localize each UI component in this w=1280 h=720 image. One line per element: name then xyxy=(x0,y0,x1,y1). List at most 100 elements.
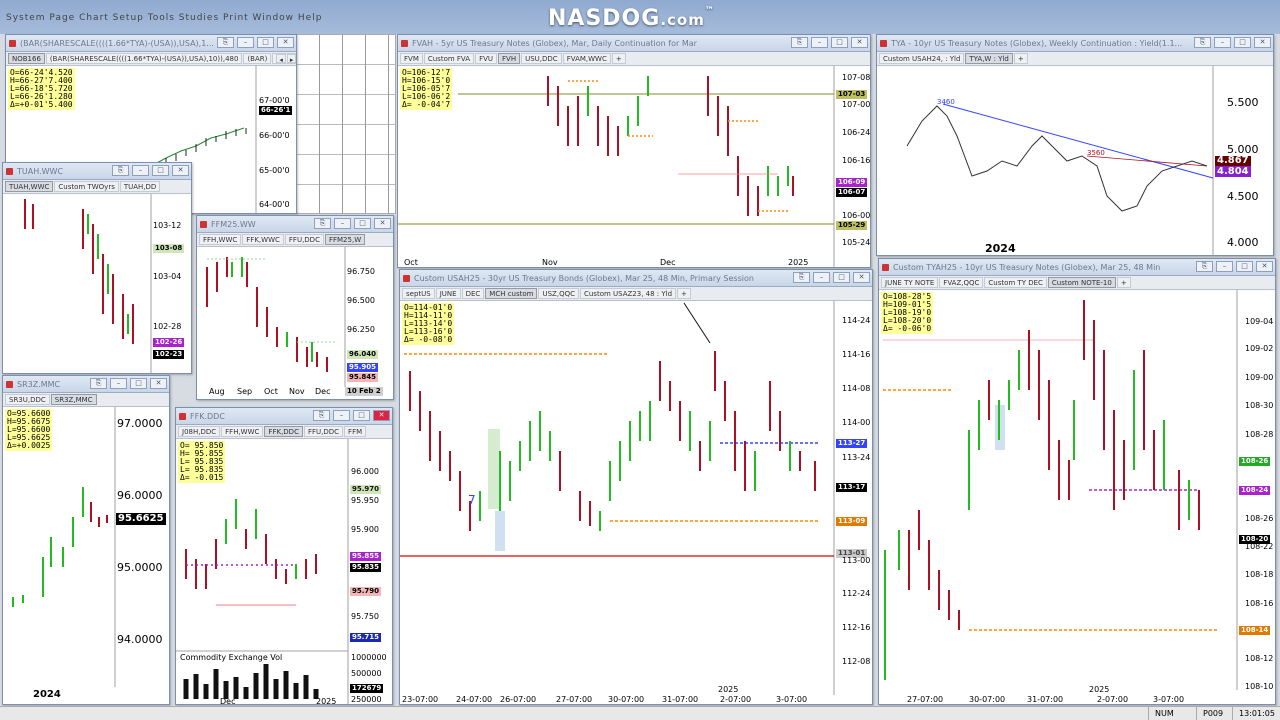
tab-fvh[interactable]: FVH xyxy=(498,53,521,64)
window-titlebar[interactable]: Custom TYAH25 - 10yr US Treasury Notes (… xyxy=(879,259,1275,276)
minimize-button[interactable]: – xyxy=(237,37,254,48)
close-button[interactable]: ✕ xyxy=(851,37,868,48)
chart-window-fvah[interactable]: FVAH - 5yr US Treasury Notes (Globex), M… xyxy=(397,34,871,268)
chart-window-tuah[interactable]: TUAH.WWC ⎘ – □ ✕ TUAH,WWC Custom TWOyrs TUAH,… xyxy=(2,162,192,374)
close-button[interactable]: ✕ xyxy=(1256,261,1273,272)
link-icon[interactable]: ⎘ xyxy=(112,165,129,176)
tab-ffu[interactable]: FFU,DDC xyxy=(303,426,344,437)
tab-ffm25[interactable]: FFM25,W xyxy=(324,234,366,245)
tab-nob166[interactable]: NOB166 xyxy=(8,53,45,64)
tab-ffu[interactable]: FFU,DDC xyxy=(284,234,324,245)
tab-june[interactable]: JUNE xyxy=(435,288,461,299)
link-icon[interactable]: ⎘ xyxy=(314,218,331,229)
tab-ffm[interactable]: FFM xyxy=(344,426,367,437)
chart-plot[interactable]: 103-12 103-08 103-04 102-28 102-26 102-2… xyxy=(3,194,191,373)
tab-sr3u[interactable]: SR3U,DDC xyxy=(5,394,50,405)
tab-fvu[interactable]: FVU xyxy=(475,53,498,64)
close-button[interactable]: ✕ xyxy=(373,410,390,421)
tab-ffk[interactable]: FFK,WWC xyxy=(242,234,284,245)
tab-tya-w[interactable]: TYA,W : Yld xyxy=(965,53,1013,64)
tab-bar[interactable]: (BAR) xyxy=(243,53,272,64)
minimize-button[interactable]: – xyxy=(1214,37,1231,48)
window-titlebar[interactable]: FFM25.WW ⎘ – □ ✕ xyxy=(197,216,393,233)
chart-window-usah25[interactable]: Custom USAH25 - 30yr US Treasury Bonds (… xyxy=(399,269,873,705)
window-titlebar[interactable]: TYA - 10yr US Treasury Notes (Globex), W… xyxy=(877,35,1273,52)
window-titlebar[interactable]: FVAH - 5yr US Treasury Notes (Globex), M… xyxy=(398,35,870,52)
add-tab-button[interactable]: + xyxy=(611,53,626,64)
link-icon[interactable]: ⎘ xyxy=(791,37,808,48)
tab-tuah-dd[interactable]: TUAH,DD xyxy=(119,181,161,192)
tab-custom-usah24[interactable]: Custom USAH24, : Yld xyxy=(879,53,965,64)
tab-bar-sharescale[interactable]: (BAR(SHARESCALE((((1.66*TYA)-(USA)),USA)… xyxy=(45,53,243,64)
minimize-button[interactable]: – xyxy=(811,37,828,48)
chart-plot[interactable]: O= 95.850 H= 95.855 L= 95.835 L= 95.835 … xyxy=(176,439,392,704)
minimize-button[interactable]: – xyxy=(1216,261,1233,272)
chart-window-ffk[interactable]: FFK.DDC ⎘ – □ ✕ J08H,DDC FFH,WWC FFK,DDC FFU,D… xyxy=(175,407,393,705)
chart-plot[interactable]: 96.750 96.500 96.250 96.040 95.905 95.84… xyxy=(197,247,393,399)
chart-plot[interactable]: O=114-01'0 H=114-11'0 L=113-14'0 L=113-1… xyxy=(400,301,872,704)
link-icon[interactable]: ⎘ xyxy=(313,410,330,421)
add-tab-button[interactable]: + xyxy=(677,288,691,299)
tab-june-ty-note[interactable]: JUNE TY NOTE xyxy=(881,277,939,288)
tab-j08h[interactable]: J08H,DDC xyxy=(178,426,221,437)
tab-usu[interactable]: USU,DDC xyxy=(521,53,562,64)
tab-custom-twoyrs[interactable]: Custom TWOyrs xyxy=(54,181,119,192)
link-icon[interactable]: ⎘ xyxy=(217,37,234,48)
window-titlebar[interactable]: (BAR(SHARESCALE((((1.66*TYA)-(USA)),USA)… xyxy=(6,35,296,52)
link-icon[interactable]: ⎘ xyxy=(1194,37,1211,48)
tab-ffh[interactable]: FFH,WWC xyxy=(221,426,264,437)
maximize-button[interactable]: □ xyxy=(354,218,371,229)
close-button[interactable]: ✕ xyxy=(150,378,167,389)
tab-fvm[interactable]: FVM xyxy=(400,53,423,64)
tab-custom-note-10[interactable]: Custom NOTE-10 xyxy=(1047,277,1116,288)
maximize-button[interactable]: □ xyxy=(152,165,169,176)
add-tab-button[interactable]: + xyxy=(1013,53,1028,64)
chart-plot[interactable]: 3460 3560 5.500 5.000 4.867 4.804 4.500 … xyxy=(877,66,1273,255)
window-titlebar[interactable]: FFK.DDC ⎘ – □ ✕ xyxy=(176,408,392,425)
maximize-button[interactable]: □ xyxy=(257,37,274,48)
tab-ffh[interactable]: FFH,WWC xyxy=(199,234,242,245)
tab-sr3z[interactable]: SR3Z,MMC xyxy=(50,394,97,405)
chart-window-sr3z[interactable]: SR3Z.MMC ⎘ – □ ✕ SR3U,DDC SR3Z,MMC O=95.6600… xyxy=(2,375,170,705)
minimize-button[interactable]: – xyxy=(334,218,351,229)
maximize-button[interactable]: □ xyxy=(831,37,848,48)
tab-septus[interactable]: septUS xyxy=(402,288,435,299)
close-button[interactable]: ✕ xyxy=(1254,37,1271,48)
link-icon[interactable]: ⎘ xyxy=(793,272,810,283)
minimize-button[interactable]: – xyxy=(132,165,149,176)
chart-plot[interactable]: O=95.6600 H=95.6675 L=95.6600 L=95.6625 … xyxy=(3,407,169,704)
tab-mch-custom[interactable]: MCH custom xyxy=(485,288,538,299)
tab-custom-fva[interactable]: Custom FVA xyxy=(423,53,475,64)
tab-custom-usaz23[interactable]: Custom USAZ23, 48 : Yld xyxy=(579,288,677,299)
close-button[interactable]: ✕ xyxy=(374,218,391,229)
tab-usz[interactable]: USZ,QQC xyxy=(538,288,579,299)
tab-ffk[interactable]: FFK,DDC xyxy=(264,426,303,437)
window-titlebar[interactable]: SR3Z.MMC ⎘ – □ ✕ xyxy=(3,376,169,393)
link-icon[interactable]: ⎘ xyxy=(1196,261,1213,272)
tab-fvam[interactable]: FVAM,WWC xyxy=(562,53,611,64)
chart-window-tya[interactable]: TYA - 10yr US Treasury Notes (Globex), W… xyxy=(876,34,1274,256)
close-button[interactable]: ✕ xyxy=(853,272,870,283)
minimize-button[interactable]: – xyxy=(110,378,127,389)
close-button[interactable]: ✕ xyxy=(172,165,189,176)
chart-window-ffm25[interactable]: FFM25.WW ⎘ – □ ✕ FFH,WWC FFK,WWC FFU,DDC FFM25… xyxy=(196,215,394,400)
chart-window-tyah25[interactable]: Custom TYAH25 - 10yr US Treasury Notes (… xyxy=(878,258,1276,705)
maximize-button[interactable]: □ xyxy=(1236,261,1253,272)
close-button[interactable]: ✕ xyxy=(277,37,294,48)
minimize-button[interactable]: – xyxy=(333,410,350,421)
tab-tuah[interactable]: TUAH,WWC xyxy=(5,181,54,192)
link-icon[interactable]: ⎘ xyxy=(90,378,107,389)
maximize-button[interactable]: □ xyxy=(833,272,850,283)
tab-fvaz[interactable]: FVAZ,QQC xyxy=(939,277,984,288)
window-titlebar[interactable]: TUAH.WWC ⎘ – □ ✕ xyxy=(3,163,191,180)
chart-plot[interactable]: O=108-28'5 H=109-01'5 L=108-19'0 L=108-2… xyxy=(879,290,1275,704)
maximize-button[interactable]: □ xyxy=(130,378,147,389)
menu-bar[interactable]: System Page Chart Setup Tools Studies Pr… xyxy=(6,13,322,23)
tab-dec[interactable]: DEC xyxy=(461,288,485,299)
tab-prev-button[interactable]: ◂ xyxy=(276,54,286,64)
tab-custom-ty-dec[interactable]: Custom TY DEC xyxy=(984,277,1047,288)
maximize-button[interactable]: □ xyxy=(353,410,370,421)
chart-plot[interactable]: O=106-12'7 H=106-15'0 L=106-05'7 L=106-0… xyxy=(398,66,870,267)
add-tab-button[interactable]: + xyxy=(1116,277,1131,288)
maximize-button[interactable]: □ xyxy=(1234,37,1251,48)
